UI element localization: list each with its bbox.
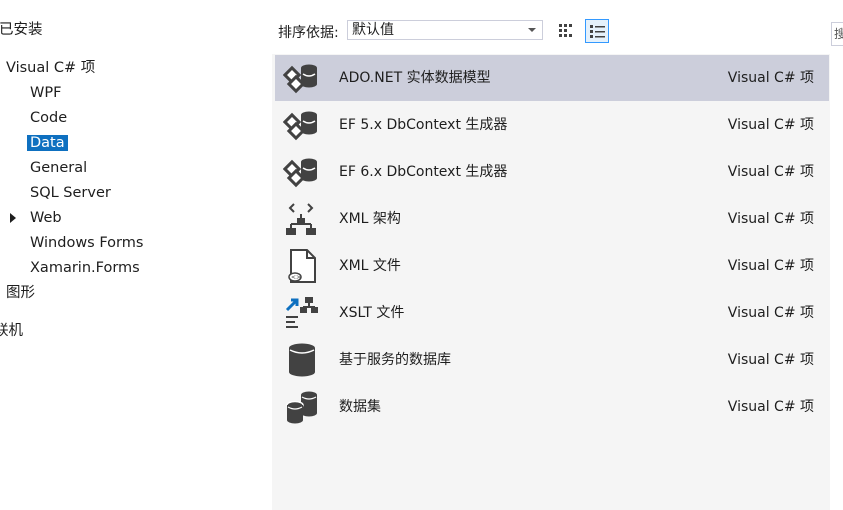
tree-node-wpf[interactable]: WPF [30,83,61,103]
template-row-xslt-file[interactable]: XSLT 文件 Visual C# 项 [275,290,829,336]
xml-schema-icon [286,203,316,235]
xml-file-icon: <> [288,249,316,283]
list-view-icon [590,25,605,38]
template-name: XML 文件 [339,258,401,274]
template-type: Visual C# 项 [727,399,814,415]
template-toolbar: 排序依据: 默认值 搜 [272,8,843,54]
window-top-edge [0,0,843,8]
grid-view-icon [559,24,572,37]
tree-node-label: 已安装 [0,22,43,38]
template-name: XML 架构 [339,211,401,227]
template-name: 基于服务的数据库 [339,352,451,368]
tree-node-data[interactable]: Data [27,133,68,153]
dbcontext-generator-icon [283,158,317,188]
tree-node-windows-forms[interactable]: Windows Forms [30,233,143,253]
tree-node-label: WPF [30,85,62,101]
template-name: ADO.NET 实体数据模型 [339,70,491,86]
template-list: ADO.NET 实体数据模型 Visual C# 项 EF 5.x DbCont… [272,54,830,510]
template-row-dataset[interactable]: 数据集 Visual C# 项 [275,384,829,430]
template-row-ef5[interactable]: EF 5.x DbContext 生成器 Visual C# 项 [275,102,829,148]
template-row-ef6[interactable]: EF 6.x DbContext 生成器 Visual C# 项 [275,149,829,195]
template-type: Visual C# 项 [727,211,814,227]
expand-arrow-icon[interactable] [10,213,16,223]
template-name: EF 5.x DbContext 生成器 [339,117,508,133]
details-pane-edge [830,54,843,510]
template-type: Visual C# 项 [727,258,814,274]
tree-node-label: Xamarin.Forms [30,260,140,276]
list-view-button[interactable] [585,19,609,43]
tree-node-web[interactable]: Web [30,208,62,228]
template-type: Visual C# 项 [727,70,814,86]
tree-node-graphics[interactable]: 图形 [6,283,35,303]
template-type: Visual C# 项 [727,164,814,180]
tree-node-label: General [30,160,88,176]
database-icon [289,343,315,377]
tree-node-online[interactable]: 联机 [0,321,23,341]
small-icons-view-button[interactable] [554,19,578,43]
template-row-service-database[interactable]: 基于服务的数据库 Visual C# 项 [275,337,829,383]
sort-dropdown-value: 默认值 [352,22,394,38]
template-row-xml-file[interactable]: <> XML 文件 Visual C# 项 [275,243,829,289]
template-name: XSLT 文件 [339,305,405,321]
tree-node-label: 图形 [6,285,35,301]
template-name: 数据集 [339,399,381,415]
tree-node-installed[interactable]: 已安装 [0,20,43,40]
tree-node-label: Visual C# 项 [6,60,96,76]
template-name: EF 6.x DbContext 生成器 [339,164,508,180]
sort-dropdown[interactable]: 默认值 [347,20,543,40]
tree-node-sql-server[interactable]: SQL Server [30,183,111,203]
template-type: Visual C# 项 [727,117,814,133]
tree-node-visual-csharp[interactable]: Visual C# 项 [6,58,95,78]
tree-node-code[interactable]: Code [30,108,67,128]
template-row-xml-schema[interactable]: XML 架构 Visual C# 项 [275,196,829,242]
template-type: Visual C# 项 [727,352,814,368]
chevron-down-icon [528,28,536,32]
tree-node-label: SQL Server [30,185,111,201]
svg-text:<>: <> [291,274,301,281]
tree-node-label: Windows Forms [30,235,144,251]
tree-node-xamarin-forms[interactable]: Xamarin.Forms [30,258,140,278]
dataset-icon [286,391,317,424]
template-row-ado-net[interactable]: ADO.NET 实体数据模型 Visual C# 项 [275,55,829,101]
tree-node-label: Web [30,210,62,226]
search-input[interactable]: 搜 [831,22,843,46]
entity-model-icon [283,64,317,94]
tree-node-label: Data [27,135,68,151]
template-type: Visual C# 项 [727,305,814,321]
tree-node-general[interactable]: General [30,158,87,178]
sort-label: 排序依据: [278,25,339,41]
tree-node-label: 联机 [0,323,23,339]
dbcontext-generator-icon [283,111,317,141]
category-tree: 已安装 Visual C# 项 WPF Code Data General SQ… [0,8,272,510]
xslt-file-icon [285,297,318,328]
tree-node-label: Code [30,110,68,126]
